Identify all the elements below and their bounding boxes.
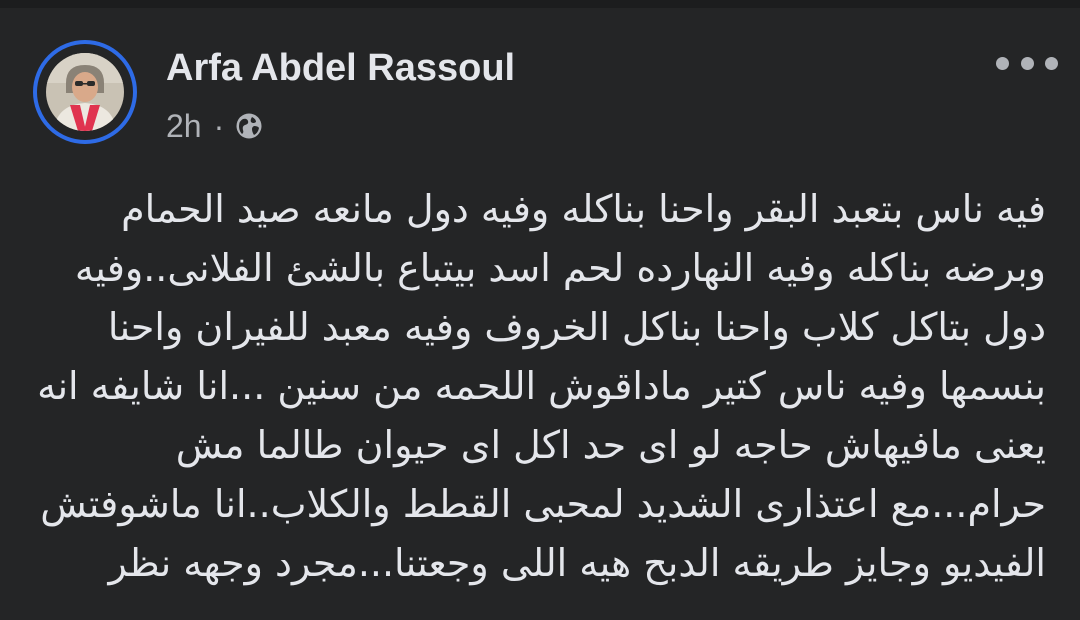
avatar-photo xyxy=(46,53,124,131)
post-body-text: فيه ناس بتعبد البقر واحنا بناكله وفيه دو… xyxy=(36,180,1046,593)
post-text-line: بنسمها وفيه ناس كتير ماداقوش اللحمه من س… xyxy=(37,364,1046,408)
more-dot xyxy=(996,56,1009,70)
post-text-line: فيه ناس بتعبد البقر واحنا بناكله وفيه دو… xyxy=(121,187,1046,231)
more-dot xyxy=(1020,56,1034,70)
post-meta: 2h · xyxy=(166,106,264,146)
post-timestamp[interactable]: 2h xyxy=(166,108,202,145)
post-text-line: الفيديو وجايز طريقه الدبح هيه اللى وجعتن… xyxy=(108,541,1046,585)
profile-avatar[interactable] xyxy=(33,40,137,144)
post-text-line: حرام...مع اعتذارى الشديد لمحبى القطط وال… xyxy=(40,482,1046,526)
post-text-line: يعنى مافيهاش حاجه لو اى حد اكل اى حيوان … xyxy=(175,423,1046,467)
post-text-line: وبرضه بناكله وفيه النهارده لحم اسد بيتبا… xyxy=(74,246,1046,290)
author-name[interactable]: Arfa Abdel Rassoul xyxy=(166,44,515,92)
more-dot xyxy=(1045,56,1058,70)
more-options-icon[interactable] xyxy=(996,46,1058,80)
top-divider xyxy=(0,0,1080,8)
post-text-line: دول بتاكل كلاب واحنا بناكل الخروف وفيه م… xyxy=(107,305,1046,349)
globe-icon[interactable] xyxy=(234,111,264,141)
meta-separator: · xyxy=(213,107,225,144)
